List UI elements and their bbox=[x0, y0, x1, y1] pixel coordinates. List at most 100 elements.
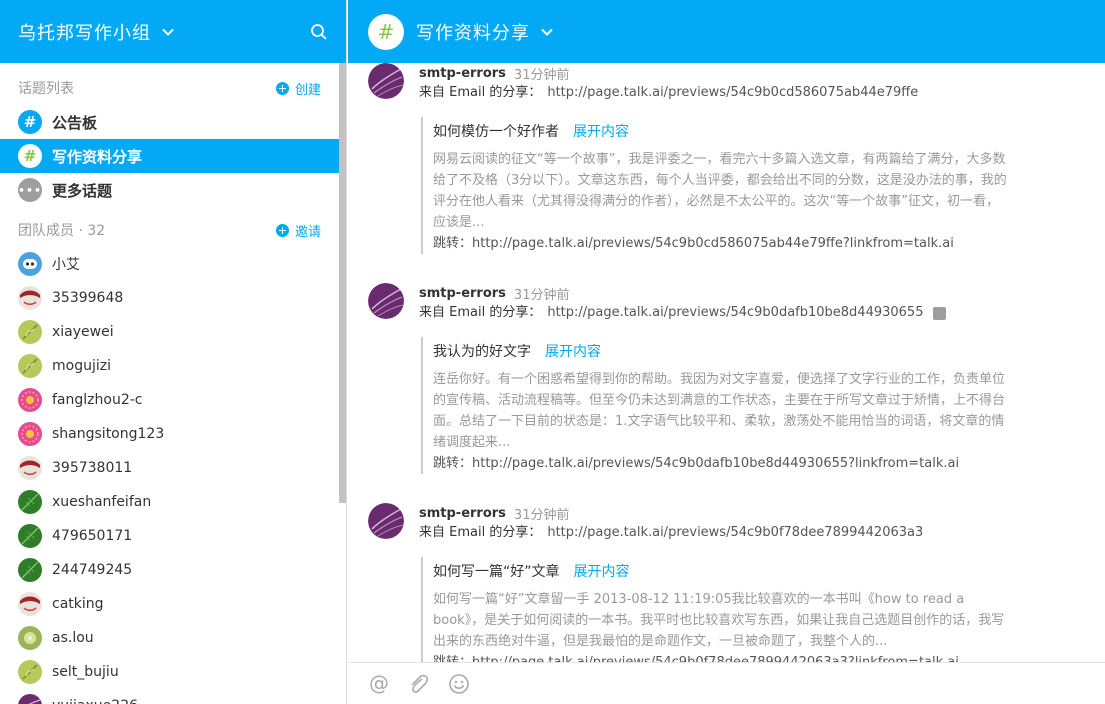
chevron-down-icon[interactable] bbox=[161, 25, 175, 39]
create-label: 创建 bbox=[294, 82, 321, 98]
member-name: xiayewei bbox=[52, 324, 114, 340]
member-item[interactable]: 小艾 bbox=[0, 247, 339, 281]
quote-card: 如何模仿一个好作者 展开内容 网易云阅读的征文“等一个故事”，我是评委之一，看完… bbox=[421, 117, 1011, 254]
members-header: 团队成员 · 32 邀请 bbox=[0, 213, 339, 247]
jump-link[interactable]: 跳转：http://page.talk.ai/previews/54c9b0f7… bbox=[433, 652, 1011, 662]
member-name: mogujizi bbox=[52, 358, 111, 374]
source-prefix: 来自 Email 的分享： bbox=[419, 525, 542, 540]
member-item[interactable]: fanglzhou2-c bbox=[0, 383, 339, 417]
topic-label: 公告板 bbox=[52, 113, 98, 132]
message-time: 31分钟前 bbox=[513, 287, 570, 303]
source-url-link[interactable]: http://page.talk.ai/previews/54c9b0dafb1… bbox=[547, 303, 923, 323]
member-item[interactable]: 244749245 bbox=[0, 553, 339, 587]
avatar bbox=[18, 626, 42, 650]
calendar-icon[interactable] bbox=[933, 306, 947, 320]
member-item[interactable]: catking bbox=[0, 587, 339, 621]
create-topic-button[interactable]: 创建 bbox=[275, 79, 321, 98]
member-name: yujiaxue226 bbox=[52, 698, 138, 704]
member-name: fanglzhou2-c bbox=[52, 392, 143, 408]
member-item[interactable]: yujiaxue226 bbox=[0, 689, 339, 704]
jump-link[interactable]: 跳转：http://page.talk.ai/previews/54c9b0cd… bbox=[433, 233, 1011, 254]
quote-excerpt: 网易云阅读的征文“等一个故事”，我是评委之一，看完六十多篇入选文章，有两篇给了满… bbox=[433, 152, 1007, 230]
member-list: 小艾 35399648 xiayewei mogujizi fanglzhou2-c sh… bbox=[0, 247, 339, 704]
avatar bbox=[18, 694, 42, 704]
avatar[interactable] bbox=[368, 503, 404, 539]
message-author[interactable]: smtp-errors bbox=[419, 506, 506, 521]
member-item[interactable]: mogujizi bbox=[0, 349, 339, 383]
member-item[interactable]: selt_bujiu bbox=[0, 655, 339, 689]
member-name: selt_bujiu bbox=[52, 664, 119, 680]
message-source: 来自 Email 的分享： http://page.talk.ai/previe… bbox=[419, 523, 1085, 543]
message: smtp-errors 31分钟前 来自 Email 的分享： http://p… bbox=[368, 63, 1085, 254]
member-name: 小艾 bbox=[52, 257, 80, 273]
message-time: 31分钟前 bbox=[513, 507, 570, 523]
topic-label: 更多话题 bbox=[52, 181, 113, 200]
topic-label: 写作资料分享 bbox=[52, 147, 143, 166]
quote-title: 如何模仿一个好作者 bbox=[433, 124, 559, 140]
message-time: 31分钟前 bbox=[513, 67, 570, 83]
sidebar-content: 话题列表 创建 # 公告板 # 写作资料分享 ••• 更多话题 团队成员 · 3… bbox=[0, 63, 339, 704]
sidebar-scrollbar[interactable] bbox=[339, 63, 346, 503]
avatar bbox=[18, 388, 42, 412]
quote-excerpt: 连岳你好。有一个困惑希望得到你的帮助。我因为对文字喜爱，便选择了文字行业的工作，… bbox=[433, 372, 1006, 450]
avatar[interactable] bbox=[368, 63, 404, 99]
message: smtp-errors 31分钟前 来自 Email 的分享： http://p… bbox=[368, 283, 1085, 474]
quote-card: 如何写一篇“好”文章 展开内容 如何写一篇“好”文章留一手 2013-08-12… bbox=[421, 557, 1011, 662]
member-item[interactable]: 395738011 bbox=[0, 451, 339, 485]
source-prefix: 来自 Email 的分享： bbox=[419, 305, 542, 320]
topic-item-writing-share[interactable]: # 写作资料分享 bbox=[0, 139, 339, 173]
jump-link[interactable]: 跳转：http://page.talk.ai/previews/54c9b0da… bbox=[433, 453, 1011, 474]
message-source: 来自 Email 的分享： http://page.talk.ai/previe… bbox=[419, 83, 1085, 103]
member-name: 244749245 bbox=[52, 562, 133, 578]
topic-title[interactable]: 写作资料分享 bbox=[416, 19, 530, 45]
search-icon[interactable] bbox=[310, 23, 328, 41]
topic-item-more[interactable]: ••• 更多话题 bbox=[0, 173, 339, 207]
mention-icon[interactable]: @ bbox=[368, 673, 390, 695]
invite-button[interactable]: 邀请 bbox=[275, 221, 321, 240]
members-header-label: 团队成员 · 32 bbox=[18, 223, 106, 239]
avatar bbox=[18, 524, 42, 548]
team-name[interactable]: 乌托邦写作小组 bbox=[18, 19, 151, 45]
topic-hash-icon: # bbox=[368, 13, 404, 50]
member-name: 35399648 bbox=[52, 290, 124, 306]
topics-header: 话题列表 创建 bbox=[0, 71, 339, 105]
member-item[interactable]: xiayewei bbox=[0, 315, 339, 349]
expand-link[interactable]: 展开内容 bbox=[574, 561, 630, 581]
avatar bbox=[18, 354, 42, 378]
avatar bbox=[18, 320, 42, 344]
message-author[interactable]: smtp-errors bbox=[419, 66, 506, 81]
avatar[interactable] bbox=[368, 283, 404, 319]
member-item[interactable]: as.lou bbox=[0, 621, 339, 655]
member-name: xueshanfeifan bbox=[52, 494, 152, 510]
source-url-link[interactable]: http://page.talk.ai/previews/54c9b0f78de… bbox=[547, 523, 923, 543]
svg-text:@: @ bbox=[369, 673, 389, 695]
sidebar-header: 乌托邦写作小组 bbox=[0, 0, 346, 63]
avatar bbox=[18, 286, 42, 310]
sidebar: 乌托邦写作小组 话题列表 创建 # 公告板 # 写作资料分享 ••• 更多话题 bbox=[0, 0, 347, 704]
avatar bbox=[18, 252, 42, 276]
message-source: 来自 Email 的分享： http://page.talk.ai/previe… bbox=[419, 303, 1085, 323]
invite-label: 邀请 bbox=[294, 224, 321, 240]
chevron-down-icon[interactable] bbox=[540, 25, 554, 39]
attachment-icon[interactable] bbox=[408, 673, 430, 695]
message-feed: smtp-errors 31分钟前 来自 Email 的分享： http://p… bbox=[348, 63, 1105, 662]
member-item[interactable]: 35399648 bbox=[0, 281, 339, 315]
topic-item-announcements[interactable]: # 公告板 bbox=[0, 105, 339, 139]
member-item[interactable]: 479650171 bbox=[0, 519, 339, 553]
member-item[interactable]: xueshanfeifan bbox=[0, 485, 339, 519]
composer-toolbar: @ bbox=[348, 662, 1105, 704]
message-author[interactable]: smtp-errors bbox=[419, 286, 506, 301]
member-item[interactable]: shangsitong123 bbox=[0, 417, 339, 451]
source-prefix: 来自 Email 的分享： bbox=[419, 85, 542, 100]
member-name: shangsitong123 bbox=[52, 426, 165, 442]
source-url-link[interactable]: http://page.talk.ai/previews/54c9b0cd586… bbox=[547, 83, 918, 103]
quote-title: 我认为的好文字 bbox=[433, 344, 531, 360]
expand-link[interactable]: 展开内容 bbox=[545, 341, 601, 361]
more-icon: ••• bbox=[18, 178, 42, 202]
hash-icon: # bbox=[18, 144, 42, 168]
emoji-icon[interactable] bbox=[448, 673, 470, 695]
expand-link[interactable]: 展开内容 bbox=[573, 121, 629, 141]
avatar bbox=[18, 592, 42, 616]
avatar bbox=[18, 456, 42, 480]
quote-title: 如何写一篇“好”文章 bbox=[433, 564, 560, 580]
